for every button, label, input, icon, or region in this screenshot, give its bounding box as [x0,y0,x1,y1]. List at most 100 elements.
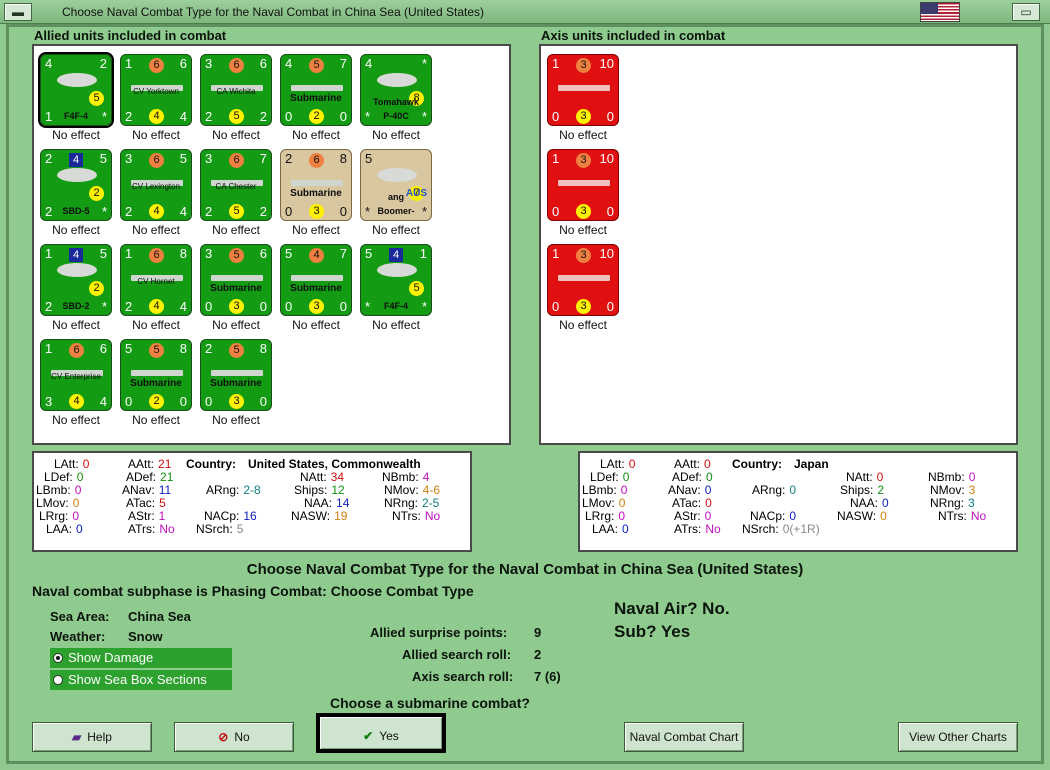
stat-astr: AStr: 0 [674,509,711,523]
defense-factor: 3 [229,394,244,409]
counter-value: 2 [125,204,133,219]
counter-value: 5 [365,246,373,261]
stat-value: 0 [76,470,84,484]
show-sea-box-option[interactable]: Show Sea Box Sections [50,670,232,690]
allied-unit-counter[interactable]: 5 8 0 0 5 2 Submarine [120,339,192,411]
show-damage-label: Show Damage [68,650,154,665]
stat-label: NSrch: [742,522,779,536]
axis-unit-counter[interactable]: 1 10 0 0 3 3 [547,244,619,316]
counter-value: 3 [205,246,213,261]
stat-arng: ARng: 2-8 [206,483,261,497]
counter-value: 2 [45,151,53,166]
allied-unit-counter[interactable]: 1 6 3 4 6 4 CV Enterprise [40,339,112,411]
maximize-button[interactable]: ▭ [1012,3,1040,21]
stat-label: ADef: [672,470,703,484]
stat-ships: Ships: 12 [294,483,345,497]
attack-factor: 3 [576,248,591,263]
allied-unit-counter[interactable]: 4 2 1 * 5 F4F-4 [38,52,114,128]
yes-button[interactable]: ✔ Yes [316,713,446,753]
counter-value: 4 [45,56,53,71]
combat-effect: No effect [292,223,340,237]
allied-unit-counter[interactable]: 3 6 0 0 5 3 Submarine [200,244,272,316]
stat-value: 21 [158,457,172,471]
counter-value: 5 [125,341,133,356]
stat-value: 11 [158,483,172,497]
unit-label: Submarine [290,188,342,199]
counter-value: 1 [552,56,560,71]
defense-factor: 3 [309,204,324,219]
submarine-question: Choose a submarine combat? [330,695,530,711]
unit-label: CV Lexington [131,182,181,191]
unit-label: F4F-4 [383,301,408,311]
stat-nrng: NRng: 2-5 [384,496,439,510]
counter-value: 7 [339,56,347,71]
stat-value: 12 [331,483,345,497]
stat-value: No [970,509,987,523]
counter-value: 1 [125,56,133,71]
allied-unit-counter[interactable]: 5 7 0 0 4 3 Submarine [280,244,352,316]
allied-unit-counter[interactable]: 1 5 2 * 4 2 SBD-2 [40,244,112,316]
subphase-text: Naval combat subphase is Phasing Combat:… [32,583,474,599]
axis-unit-counter[interactable]: 1 10 0 0 3 3 [547,54,619,126]
allied-unit-counter[interactable]: 1 8 2 4 6 4 CV Hornet [120,244,192,316]
ship-icon [131,370,183,376]
show-damage-option[interactable]: Show Damage [50,648,232,668]
combat-effect: No effect [52,223,100,237]
stat-label: LAtt: [54,457,79,471]
allied-unit-counter[interactable]: 5 * * 7 Boomer-ang AUS [360,149,432,221]
stat-aatt: AAtt: 0 [674,457,711,471]
allied-unit-counter[interactable]: 2 8 0 0 5 3 Submarine [200,339,272,411]
no-entry-icon: ⊘ [218,730,229,744]
stat-value: No [705,522,721,536]
unit-label: CA Wichita [216,87,256,96]
stat-arng: ARng: 0 [752,483,796,497]
counter-value: 2 [259,204,267,219]
stat-value: 19 [334,509,348,523]
allied-unit-counter[interactable]: 2 8 0 0 6 3 Submarine [280,149,352,221]
allied-unit-counter[interactable]: 4 7 0 0 5 2 Submarine [280,54,352,126]
counter-value: 3 [45,394,53,409]
allied-unit-counter[interactable]: 1 6 2 4 6 4 CV Yorktown [120,54,192,126]
combat-effect: No effect [212,413,260,427]
radio-selected-icon[interactable] [53,653,63,663]
stat-value: 0 [706,470,713,484]
counter-value: 2 [205,109,213,124]
stat-astr: AStr: 1 [128,509,165,523]
defense-factor: 2 [309,109,324,124]
axis-unit-counter[interactable]: 1 10 0 0 3 3 [547,149,619,221]
stat-label: LRrg: [585,509,615,523]
axis-stats-panel: LAtt: 0 LDef: 0 LBmb: 0 LMov: 0 LRrg: 0 LAA: 0 AAtt:… [578,451,1018,552]
stat-ldef: LDef: 0 [44,470,83,484]
allied-unit-counter[interactable]: 3 6 2 2 6 5 CA Wichita [200,54,272,126]
system-menu-button[interactable]: ▬ [4,3,32,21]
allied-unit-counter[interactable]: 2 5 2 * 4 2 SBD-5 [40,149,112,221]
radio-unselected-icon[interactable] [53,675,63,685]
view-other-charts-button[interactable]: View Other Charts [898,722,1018,752]
stat-nsrch: NSrch: 0(+1R) [742,522,820,536]
stat-value: 4 [422,470,430,484]
stat-label: ATrs: [674,522,702,536]
allied-unit-counter[interactable]: 3 5 2 4 6 4 CV Lexington [120,149,192,221]
ship-icon [558,180,610,186]
allied-unit-counter[interactable]: 5 1 * * 4 5 F4F-4 [360,244,432,316]
unit-label: Boomer- [377,206,415,216]
stat-label: NSrch: [196,522,233,536]
stat-value: 3 [968,483,976,497]
ship-icon [291,180,343,186]
no-button[interactable]: ⊘ No [174,722,294,752]
allied-unit-counter[interactable]: 4 * * * 8 P-40C Tomahawk [360,54,432,126]
attack-factor: 6 [229,153,244,168]
allied-unit-counter[interactable]: 3 7 2 2 6 5 CA Chester [200,149,272,221]
combat-effect: No effect [212,223,260,237]
stat-value: 21 [160,470,174,484]
counter-value: 2 [259,109,267,124]
stat-label: NACp: [204,509,240,523]
stat-nasw: NASW: 0 [837,509,887,523]
window-title: Choose Naval Combat Type for the Naval C… [62,5,484,19]
stat-label: LMov: [36,496,69,510]
naval-combat-chart-button[interactable]: Naval Combat Chart [624,722,744,752]
help-button[interactable]: ▰ Help [32,722,152,752]
counter-value: 2 [125,109,133,124]
stat-lbmb: LBmb: 0 [582,483,627,497]
combat-effect: No effect [292,128,340,142]
